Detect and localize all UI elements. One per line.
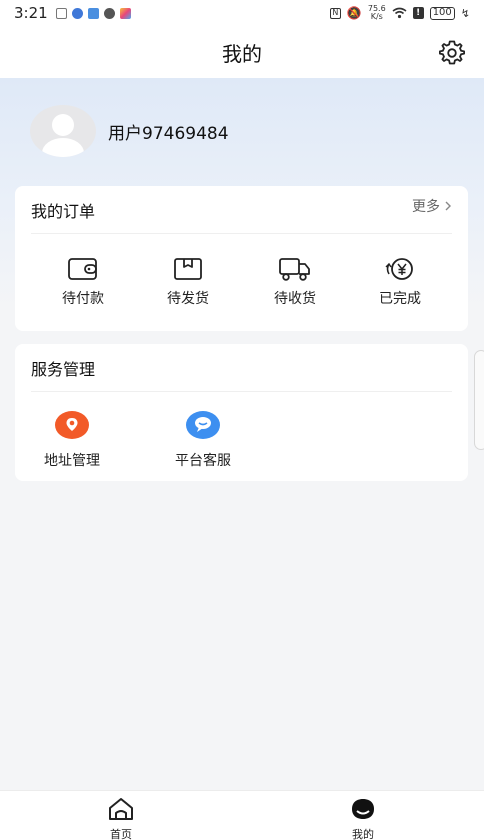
- service-label: 地址管理: [44, 453, 100, 469]
- status-bar: 3:21 N 🔕 75.6 K/s ! 100 ↯: [0, 0, 484, 26]
- order-pending-shipment[interactable]: 待发货: [148, 256, 228, 308]
- status-right: N 🔕 75.6 K/s ! 100 ↯: [329, 4, 470, 21]
- orders-card: 我的订单 更多 待付款 待发货 待收货 已完成: [15, 186, 468, 331]
- order-pending-payment[interactable]: 待付款: [43, 256, 123, 308]
- chevron-right-icon: [445, 201, 451, 210]
- more-label: 更多: [412, 198, 440, 215]
- order-label: 已完成: [379, 291, 421, 307]
- chat-bubble-icon: [186, 411, 220, 439]
- orders-card-header: 我的订单 更多: [31, 186, 452, 234]
- nfc-icon: N: [329, 7, 341, 19]
- tab-home[interactable]: 首页: [91, 797, 151, 840]
- tab-profile[interactable]: 我的: [333, 797, 393, 840]
- status-time: 3:21: [14, 4, 48, 22]
- profile-icon: [352, 799, 374, 819]
- services-card: 服务管理 地址管理 平台客服: [15, 344, 468, 481]
- alert-icon: !: [412, 7, 424, 19]
- package-box-icon: [174, 258, 202, 280]
- sim-icon: [55, 7, 67, 19]
- bottom-tab-bar: 首页 我的: [0, 790, 484, 840]
- network-speed: 75.6 K/s: [367, 4, 386, 21]
- services-card-header: 服务管理: [31, 344, 452, 392]
- default-avatar-icon[interactable]: [30, 105, 96, 157]
- yuan-coin-icon: [385, 258, 413, 280]
- orders-title: 我的订单: [31, 201, 96, 221]
- delivery-truck-icon: [279, 258, 310, 281]
- mute-icon: 🔕: [346, 6, 362, 20]
- notification-icons: [55, 7, 131, 19]
- tab-label: 首页: [110, 828, 132, 840]
- home-icon: [109, 798, 133, 820]
- service-address-management[interactable]: 地址管理: [39, 410, 105, 470]
- wifi-icon: [392, 7, 407, 19]
- wechat-icon: [103, 7, 115, 19]
- more-orders-link[interactable]: 更多: [412, 196, 452, 216]
- order-pending-receipt[interactable]: 待收货: [255, 256, 335, 308]
- cloud-icon: [87, 7, 99, 19]
- order-label: 待发货: [167, 291, 209, 307]
- side-drawer-handle[interactable]: [474, 350, 484, 450]
- order-completed[interactable]: 已完成: [360, 256, 440, 308]
- order-label: 待付款: [62, 291, 104, 307]
- page-header: 我的: [0, 26, 484, 78]
- wallet-icon: [68, 258, 97, 280]
- order-label: 待收货: [274, 291, 316, 307]
- location-pin-icon: [55, 411, 89, 439]
- app-notification-icon: [71, 7, 83, 19]
- charging-icon: ↯: [460, 6, 470, 20]
- services-title: 服务管理: [31, 359, 96, 379]
- tab-label: 我的: [352, 828, 374, 840]
- service-label: 平台客服: [175, 453, 231, 469]
- username: 用户97469484: [108, 123, 229, 144]
- page-title: 我的: [222, 41, 262, 66]
- service-customer-support[interactable]: 平台客服: [170, 410, 236, 470]
- battery-indicator: 100: [429, 6, 455, 20]
- gear-icon[interactable]: [438, 39, 466, 67]
- profile-section[interactable]: 用户97469484: [30, 105, 229, 157]
- gallery-icon: [119, 7, 131, 19]
